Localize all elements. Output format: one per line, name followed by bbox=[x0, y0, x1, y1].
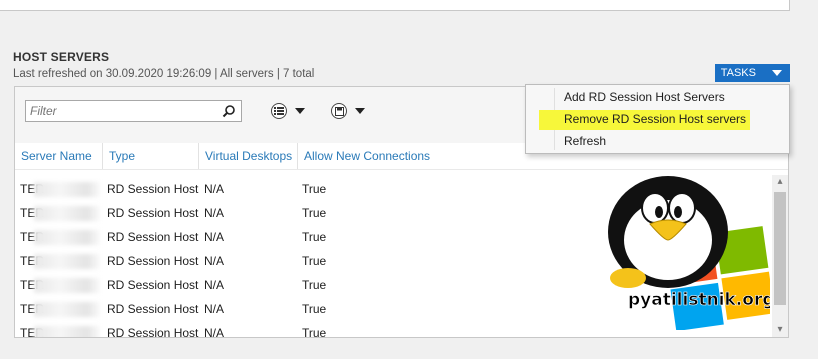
type-cell: RD Session Host bbox=[107, 254, 199, 268]
filter-input[interactable] bbox=[30, 102, 215, 120]
menu-item-refresh[interactable]: Refresh bbox=[564, 134, 606, 148]
allow-connections-cell: True bbox=[302, 182, 327, 196]
filter-box[interactable] bbox=[25, 100, 242, 122]
virtual-desktops-cell: N/A bbox=[204, 278, 225, 292]
allow-connections-cell: True bbox=[302, 230, 327, 244]
virtual-desktops-cell: N/A bbox=[204, 254, 225, 268]
column-header-allow-new-connections[interactable]: Allow New Connections bbox=[297, 143, 437, 169]
redacted-name bbox=[34, 230, 100, 245]
save-icon bbox=[331, 103, 347, 119]
allow-connections-cell: True bbox=[302, 254, 327, 268]
type-cell: RD Session Host bbox=[107, 302, 199, 316]
chevron-down-icon bbox=[355, 108, 365, 114]
virtual-desktops-cell: N/A bbox=[204, 230, 225, 244]
allow-connections-cell: True bbox=[302, 302, 327, 316]
type-cell: RD Session Host bbox=[107, 182, 199, 196]
penguin-logo: pyatilistnik.org bbox=[608, 176, 770, 330]
menu-item-add-servers[interactable]: Add RD Session Host Servers bbox=[564, 90, 725, 104]
redacted-name bbox=[34, 326, 100, 337]
type-cell: RD Session Host bbox=[107, 206, 199, 220]
refresh-status: Last refreshed on 30.09.2020 19:26:09 | … bbox=[13, 68, 315, 80]
type-cell: RD Session Host bbox=[107, 230, 199, 244]
scroll-thumb[interactable] bbox=[774, 192, 786, 305]
column-header-virtual-desktops[interactable]: Virtual Desktops bbox=[198, 143, 297, 169]
scroll-down-icon[interactable]: ▾ bbox=[775, 325, 785, 335]
save-query-button[interactable] bbox=[331, 101, 365, 121]
list-view-icon bbox=[271, 103, 287, 119]
virtual-desktops-cell: N/A bbox=[204, 326, 225, 338]
virtual-desktops-cell: N/A bbox=[204, 206, 225, 220]
type-cell: RD Session Host bbox=[107, 326, 199, 338]
watermark-text: pyatilistnik.org bbox=[628, 290, 770, 310]
allow-connections-cell: True bbox=[302, 206, 327, 220]
redacted-name bbox=[34, 206, 100, 221]
redacted-name bbox=[34, 254, 100, 269]
vertical-scrollbar[interactable]: ▴ ▾ bbox=[772, 175, 788, 337]
redacted-name bbox=[34, 182, 100, 197]
virtual-desktops-cell: N/A bbox=[204, 182, 225, 196]
type-cell: RD Session Host bbox=[107, 278, 199, 292]
column-header-server-name[interactable]: Server Name bbox=[15, 143, 102, 169]
allow-connections-cell: True bbox=[302, 278, 327, 292]
section-title: HOST SERVERS bbox=[13, 50, 110, 64]
scroll-up-icon[interactable]: ▴ bbox=[775, 177, 785, 187]
view-options-button[interactable] bbox=[271, 101, 305, 121]
allow-connections-cell: True bbox=[302, 326, 327, 338]
upper-panel bbox=[0, 0, 790, 11]
chevron-down-icon bbox=[295, 108, 305, 114]
virtual-desktops-cell: N/A bbox=[204, 302, 225, 316]
redacted-name bbox=[34, 302, 100, 317]
menu-item-remove-servers[interactable]: Remove RD Session Host servers bbox=[564, 112, 746, 126]
tasks-button[interactable]: TASKS bbox=[715, 64, 790, 82]
tasks-label: TASKS bbox=[720, 67, 756, 79]
search-icon[interactable] bbox=[222, 104, 236, 118]
chevron-down-icon bbox=[772, 70, 782, 76]
redacted-name bbox=[34, 278, 100, 293]
column-header-type[interactable]: Type bbox=[102, 143, 198, 169]
